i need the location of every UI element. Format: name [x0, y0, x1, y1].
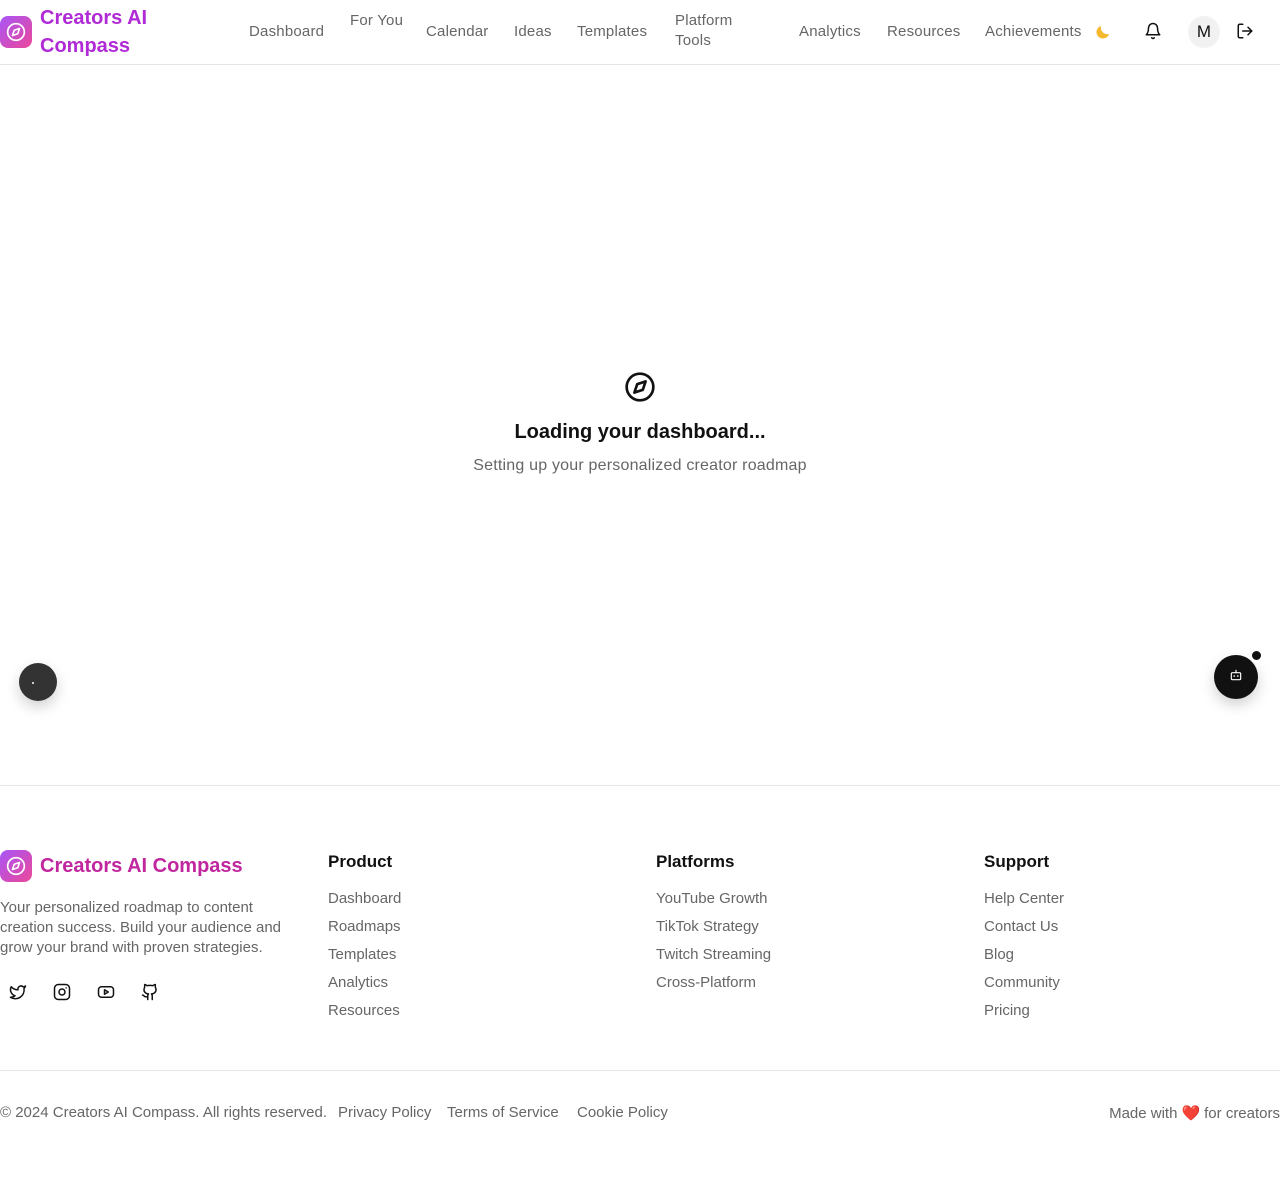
notification-badge [1250, 649, 1263, 662]
github-icon[interactable] [141, 983, 159, 1001]
top-navigation-bar: Creators AI Compass Dashboard For You Ca… [0, 0, 1280, 65]
nav-achievements[interactable]: Achievements [985, 22, 1082, 42]
footer-description: Your personalized roadmap to content cre… [0, 899, 282, 956]
instagram-icon[interactable] [53, 983, 71, 1001]
loading-title: Loading your dashboard... [514, 421, 766, 443]
footer-link-templates[interactable]: Templates [328, 946, 396, 963]
footer-link-twitch-streaming[interactable]: Twitch Streaming [656, 946, 771, 963]
footer-link-youtube-growth[interactable]: YouTube Growth [656, 890, 767, 907]
logout-icon[interactable] [1236, 22, 1256, 42]
privacy-policy-link[interactable]: Privacy Policy [338, 1104, 431, 1121]
made-with-suffix: for creators [1204, 1104, 1280, 1122]
floating-action-button-left[interactable] [19, 663, 57, 701]
footer-link-roadmaps[interactable]: Roadmaps [328, 918, 401, 935]
footer-link-help-center[interactable]: Help Center [984, 890, 1064, 907]
moon-icon[interactable] [1094, 23, 1112, 41]
footer-heading-platforms: Platforms [656, 852, 735, 871]
youtube-icon[interactable] [97, 983, 115, 1001]
footer-link-resources[interactable]: Resources [328, 1002, 400, 1019]
dot-icon [32, 682, 34, 684]
made-with-prefix: Made with [1109, 1104, 1178, 1122]
cookie-policy-link[interactable]: Cookie Policy [577, 1104, 668, 1121]
footer-link-dashboard[interactable]: Dashboard [328, 890, 401, 907]
footer-link-blog[interactable]: Blog [984, 946, 1014, 963]
footer-heading-product: Product [328, 852, 393, 871]
footer-link-community[interactable]: Community [984, 974, 1060, 991]
compass-loading-icon [624, 371, 656, 403]
made-with-love: Made with ❤️ for creators [1109, 1104, 1280, 1123]
compass-logo-icon [0, 16, 32, 48]
nav-analytics[interactable]: Analytics [799, 22, 861, 42]
user-avatar[interactable]: M [1188, 16, 1220, 48]
brand-logo-link[interactable]: Creators AI Compass [0, 4, 180, 60]
nav-templates[interactable]: Templates [577, 22, 647, 42]
brand-name: Creators AI Compass [40, 7, 148, 57]
footer-heading-support: Support [984, 852, 1050, 871]
footer-bottom-divider [0, 1070, 1280, 1071]
assistant-bot-button[interactable] [1214, 655, 1258, 699]
nav-resources[interactable]: Resources [887, 22, 961, 42]
nav-platform-tools[interactable]: Platform Tools [675, 11, 755, 51]
footer-divider [0, 785, 1280, 786]
nav-calendar[interactable]: Calendar [426, 22, 488, 42]
terms-of-service-link[interactable]: Terms of Service [447, 1104, 559, 1121]
footer-link-tiktok-strategy[interactable]: TikTok Strategy [656, 918, 759, 935]
footer-link-contact-us[interactable]: Contact Us [984, 918, 1058, 935]
nav-dashboard[interactable]: Dashboard [249, 22, 324, 42]
bot-icon [1229, 668, 1243, 687]
nav-ideas[interactable]: Ideas [514, 22, 552, 42]
nav-for-you[interactable]: For You [350, 11, 410, 31]
compass-logo-icon [0, 850, 32, 882]
twitter-icon[interactable] [9, 983, 27, 1001]
loading-subtitle: Setting up your personalized creator roa… [473, 457, 807, 474]
bell-icon[interactable] [1144, 22, 1164, 42]
heart-icon: ❤️ [1181, 1105, 1201, 1122]
footer-link-analytics[interactable]: Analytics [328, 974, 388, 991]
copyright-text: © 2024 Creators AI Compass. All rights r… [0, 1104, 328, 1121]
footer-brand[interactable]: Creators AI Compass [0, 850, 243, 882]
footer-link-pricing[interactable]: Pricing [984, 1002, 1030, 1019]
footer-link-cross-platform[interactable]: Cross-Platform [656, 974, 756, 991]
footer-brand-name: Creators AI Compass [40, 854, 243, 877]
